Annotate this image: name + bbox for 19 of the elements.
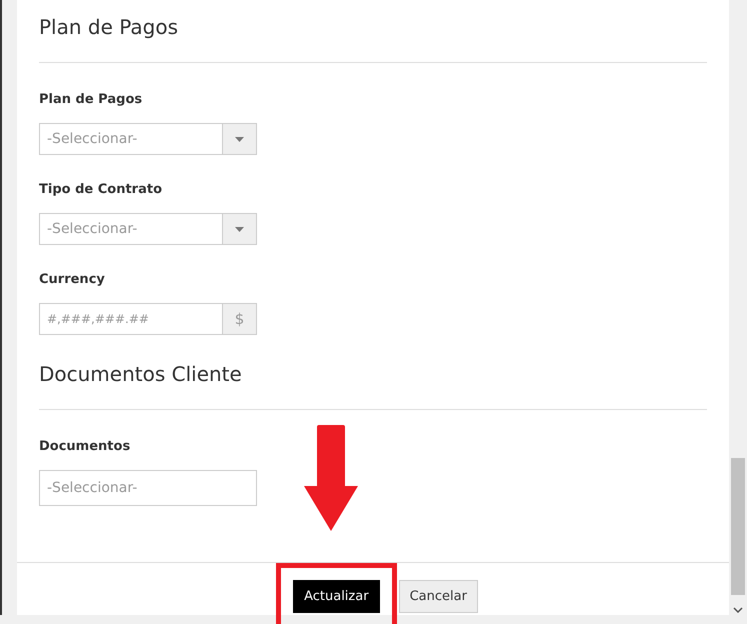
field-label: Documentos [39,440,130,454]
dropdown-field[interactable]: -Seleccionar- [39,123,223,155]
cancel-button[interactable]: Cancelar [398,580,478,613]
field-label: Tipo de Contrato [39,183,162,197]
currency-addon: $ [223,303,257,335]
scroll-down-icon[interactable] [733,607,743,613]
field-label: Plan de Pagos [39,93,142,107]
dropdown-toggle[interactable] [223,123,257,155]
caret-icon[interactable] [235,226,244,232]
section-title: Documentos Cliente [39,362,242,386]
section-title: Plan de Pagos [39,15,178,39]
dropdown-toggle[interactable] [223,213,257,245]
multiselect-field[interactable]: -Seleccionar- [39,470,257,506]
field-label: Currency [39,273,105,287]
scrollbar-thumb[interactable] [731,458,745,595]
currency-field[interactable]: #,###,###.## [39,303,223,335]
dropdown-field[interactable]: -Seleccionar- [39,213,223,245]
update-button[interactable]: Actualizar [293,580,380,613]
caret-icon[interactable] [235,136,244,142]
